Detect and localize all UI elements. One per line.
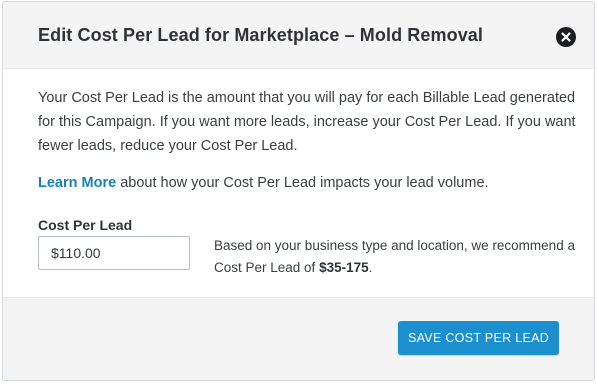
- recommend-text: Based on your business type and location…: [214, 238, 575, 275]
- learn-more-line: Learn More about how your Cost Per Lead …: [38, 171, 489, 195]
- cpl-description: Your Cost Per Lead is the amount that yo…: [38, 90, 576, 154]
- recommend-period: .: [368, 260, 373, 275]
- cpl-field-label: Cost Per Lead: [38, 217, 133, 233]
- dialog-footer: SAVE COST PER LEAD: [3, 298, 594, 380]
- edit-cpl-dialog: Edit Cost Per Lead for Marketplace – Mol…: [2, 1, 595, 381]
- close-icon[interactable]: [556, 27, 576, 47]
- learn-more-text: about how your Cost Per Lead impacts you…: [116, 175, 489, 191]
- cpl-recommendation: Based on your business type and location…: [214, 235, 584, 279]
- save-cpl-button[interactable]: SAVE COST PER LEAD: [398, 321, 559, 355]
- dialog-body: Your Cost Per Lead is the amount that yo…: [3, 68, 594, 298]
- learn-more-link[interactable]: Learn More: [38, 175, 116, 191]
- dialog-header: Edit Cost Per Lead for Marketplace – Mol…: [3, 2, 594, 68]
- dialog-title: Edit Cost Per Lead for Marketplace – Mol…: [38, 25, 484, 45]
- cpl-input[interactable]: [38, 236, 190, 270]
- recommend-range: $35-175: [319, 260, 369, 275]
